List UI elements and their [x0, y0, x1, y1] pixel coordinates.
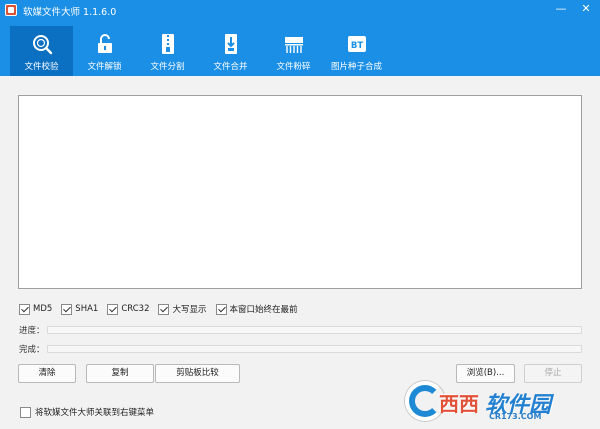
complete-bar — [47, 345, 582, 353]
hash-options: MD5 SHA1 CRC32 大写显示 本窗口始终在最前 — [19, 302, 307, 316]
tab-file-merge[interactable]: 文件合并 — [199, 26, 262, 76]
header: 软媒文件大师 1.1.6.0 — ✕ 文件校验 文件解锁 文件分割 文件合并 文… — [0, 0, 600, 76]
checkbox-label: 大写显示 — [172, 305, 207, 315]
progress-label: 进度： — [19, 326, 45, 336]
checkbox-label: 将软媒文件大师关联到右键菜单 — [35, 408, 155, 418]
progress-bar — [47, 326, 582, 334]
tab-file-unlock[interactable]: 文件解锁 — [73, 26, 136, 76]
checkbox[interactable] — [20, 406, 31, 418]
option-always-on-top[interactable]: 本窗口始终在最前 — [215, 303, 298, 315]
toolbar-tabs: 文件校验 文件解锁 文件分割 文件合并 文件粉碎 BT 图片种子合成 — [10, 26, 388, 76]
close-button[interactable]: ✕ — [578, 2, 594, 16]
tab-label: 文件分割 — [150, 62, 185, 72]
associate-context-menu-option[interactable]: 将软媒文件大师关联到右键菜单 — [20, 406, 154, 418]
zip-split-icon — [161, 34, 174, 54]
checkbox-label: 本窗口始终在最前 — [229, 305, 298, 315]
checkbox-label: MD5 — [33, 304, 53, 314]
minimize-button[interactable]: — — [553, 2, 569, 16]
tab-file-split[interactable]: 文件分割 — [136, 26, 199, 76]
tab-file-verify[interactable]: 文件校验 — [10, 26, 73, 76]
option-uppercase[interactable]: 大写显示 — [158, 303, 207, 315]
watermark-logo: 西西 软件园 CR173.COM — [405, 381, 595, 425]
hash-result-textarea[interactable] — [18, 95, 582, 289]
checkbox[interactable] — [107, 303, 119, 315]
checkbox[interactable] — [61, 303, 73, 315]
window-title: 软媒文件大师 1.1.6.0 — [23, 7, 117, 18]
tab-label: 图片种子合成 — [330, 62, 382, 72]
watermark-brand: 西西 — [439, 392, 479, 416]
title-bar: 软媒文件大师 1.1.6.0 — ✕ — [0, 0, 600, 20]
clear-button[interactable]: 清除 — [18, 364, 76, 383]
tab-file-shred[interactable]: 文件粉碎 — [262, 26, 325, 76]
tab-label: 文件校验 — [24, 62, 59, 72]
watermark-c-inner-icon — [409, 385, 441, 417]
option-sha1[interactable]: SHA1 — [61, 303, 99, 315]
option-crc32[interactable]: CRC32 — [107, 303, 150, 315]
complete-label: 完成： — [19, 345, 45, 355]
bt-icon: BT — [347, 36, 366, 52]
magnifier-check-icon — [32, 35, 52, 55]
option-md5[interactable]: MD5 — [19, 303, 53, 315]
tab-label: 文件解锁 — [87, 62, 122, 72]
app-window: 软媒文件大师 1.1.6.0 — ✕ 文件校验 文件解锁 文件分割 文件合并 文… — [0, 0, 600, 429]
shredder-icon — [284, 37, 303, 53]
checkbox[interactable] — [215, 303, 227, 315]
tab-label: 文件合并 — [213, 62, 248, 72]
tab-image-seed[interactable]: BT 图片种子合成 — [325, 26, 388, 76]
clipboard-compare-button[interactable]: 剪贴板比较 — [155, 364, 240, 383]
unlock-icon — [97, 34, 112, 53]
checkbox[interactable] — [19, 303, 30, 315]
watermark-url: CR173.COM — [489, 412, 542, 421]
window-controls: — ✕ — [553, 2, 594, 16]
checkbox-label: CRC32 — [121, 304, 150, 314]
app-logo-icon — [5, 4, 17, 16]
tab-label: 文件粉碎 — [276, 62, 311, 72]
copy-button[interactable]: 复制 — [86, 364, 154, 383]
merge-file-icon — [224, 34, 237, 54]
checkbox-label: SHA1 — [75, 304, 99, 314]
checkbox[interactable] — [158, 303, 170, 315]
svg-text:BT: BT — [350, 41, 362, 51]
